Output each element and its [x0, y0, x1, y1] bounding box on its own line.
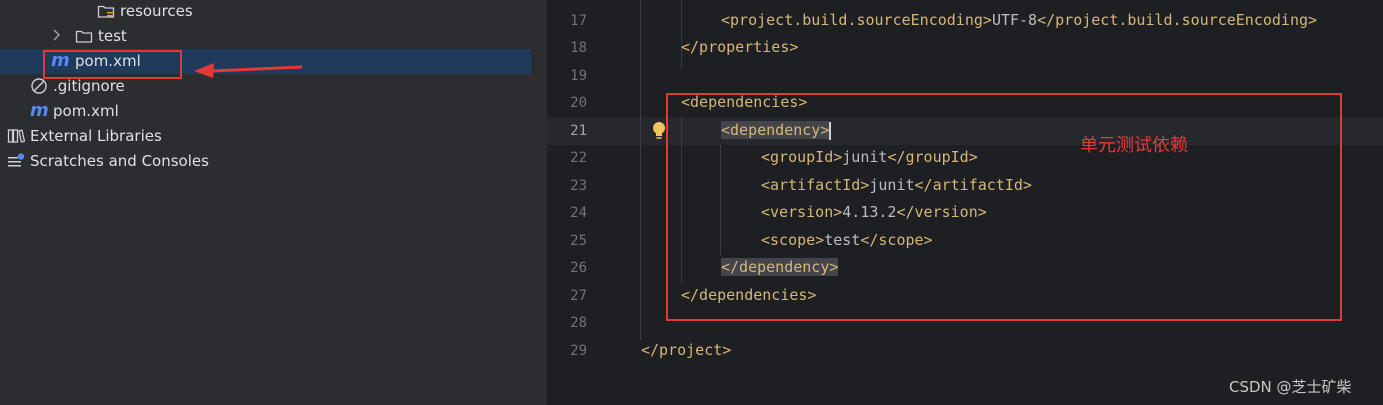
line-number: 22	[570, 150, 587, 166]
indent-guide	[640, 0, 641, 340]
line-number: 19	[570, 68, 587, 84]
annotation-highlight-box	[43, 50, 182, 79]
line-number: 26	[570, 260, 587, 276]
ignore-file-icon	[31, 78, 47, 94]
line-number: 25	[570, 233, 587, 249]
xml-text: UTF-8	[991, 11, 1038, 29]
xml-tag: </properties>	[681, 38, 799, 56]
tree-item-resources[interactable]: resources	[0, 0, 547, 25]
code-line-17: <project.build.sourceEncoding>UTF-8</pro…	[721, 11, 1317, 38]
xml-tag: </project.build.sourceEncoding>	[1037, 11, 1318, 29]
annotation-arrow-icon	[194, 63, 303, 78]
tree-item-label: Scratches and Consoles	[30, 152, 209, 170]
lightbulb-icon[interactable]	[651, 121, 667, 141]
tree-item-label: .gitignore	[53, 77, 125, 95]
resources-folder-icon	[97, 5, 115, 18]
tree-item-label: pom.xml	[53, 102, 119, 120]
line-number: 24	[570, 205, 587, 221]
code-line-18: </properties>	[681, 38, 798, 65]
libraries-icon	[7, 129, 25, 143]
tree-item-pom-xml[interactable]: m pom.xml	[0, 99, 547, 124]
xml-tag: <project.build.sourceEncoding>	[721, 11, 992, 29]
line-number-current: 21	[570, 123, 587, 139]
scratches-icon	[8, 153, 25, 167]
xml-tag: </project>	[641, 341, 732, 359]
line-number: 27	[570, 288, 587, 304]
code-editor[interactable]: 17 18 19 20 21 22 23 24 25 26 27 28 29 <…	[547, 0, 1383, 405]
line-number: 17	[570, 13, 587, 29]
folder-icon	[75, 30, 93, 43]
tree-item-label: resources	[120, 2, 193, 20]
annotation-label: 单元测试依赖	[1080, 135, 1188, 156]
line-number: 18	[570, 40, 587, 56]
line-number: 23	[570, 178, 587, 194]
project-tool-window: resources test m pom.xml .gitignore m po…	[0, 0, 547, 405]
line-number: 29	[570, 343, 587, 359]
watermark: CSDN @芝士矿柴	[1229, 378, 1352, 396]
line-number: 28	[570, 315, 587, 331]
maven-icon: m	[30, 100, 49, 121]
code-line-29: </project>	[641, 341, 731, 368]
annotation-dependencies-box	[666, 93, 1342, 321]
line-number: 20	[570, 95, 587, 111]
tree-item-scratches-and-consoles[interactable]: Scratches and Consoles	[0, 149, 547, 174]
tree-item-test[interactable]: test	[0, 24, 547, 49]
tree-item-label: External Libraries	[30, 127, 162, 145]
tree-item-external-libraries[interactable]: External Libraries	[0, 124, 547, 149]
tree-item-label: test	[98, 27, 127, 45]
chevron-right-icon[interactable]	[51, 28, 63, 42]
